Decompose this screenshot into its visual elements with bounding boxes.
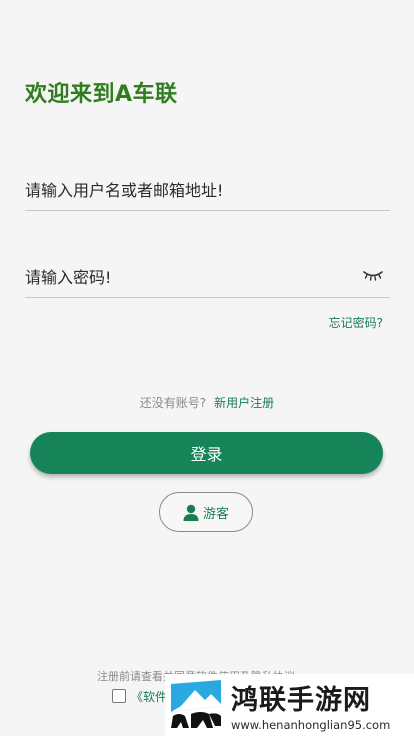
- login-button[interactable]: 登录: [30, 432, 383, 474]
- watermark-title: 鸿联手游网: [231, 685, 371, 716]
- register-row: 还没有账号? 新用户注册: [0, 394, 414, 411]
- watermark-url: www.henanhonglian95.com: [231, 718, 391, 732]
- username-field[interactable]: [25, 170, 390, 211]
- forgot-password-link[interactable]: 忘记密码?: [329, 314, 383, 331]
- guest-button[interactable]: 游客: [159, 492, 253, 532]
- agreement-checkbox[interactable]: [112, 689, 126, 703]
- page-title: 欢迎来到A车联: [25, 82, 178, 107]
- password-input[interactable]: [25, 257, 345, 297]
- password-field[interactable]: [25, 257, 390, 298]
- agreement-link[interactable]: 《软件: [131, 688, 167, 705]
- register-hint: 还没有账号?: [139, 396, 207, 410]
- username-input[interactable]: [25, 170, 345, 210]
- eye-closed-icon[interactable]: [362, 267, 384, 283]
- login-button-label: 登录: [190, 445, 223, 464]
- watermark: 鸿联手游网 www.henanhonglian95.com: [165, 674, 414, 736]
- guest-button-label: 游客: [202, 506, 229, 522]
- watermark-logo: [167, 676, 225, 734]
- register-link[interactable]: 新用户注册: [214, 396, 274, 410]
- person-icon: [183, 504, 199, 521]
